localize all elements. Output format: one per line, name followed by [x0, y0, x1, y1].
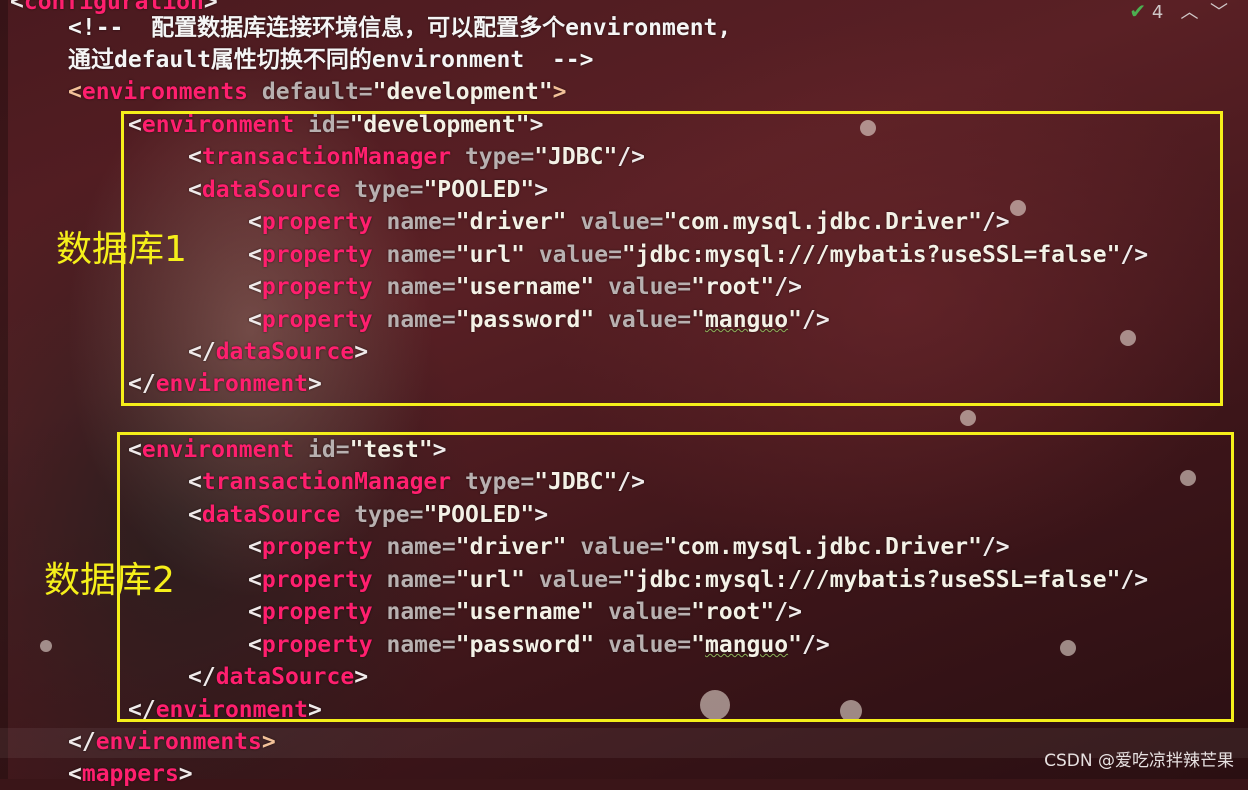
annotation-database-2: 数据库2 [44, 560, 175, 601]
code-line-comment-1: <!-- 配置数据库连接环境信息，可以配置多个environment, [68, 15, 732, 41]
code-line-comment-2: 通过default属性切换不同的environment --> [68, 47, 594, 73]
highlight-box-database-1 [121, 111, 1223, 406]
code-line-environments-open: <environments default="development"> [68, 79, 567, 105]
annotation-database-1: 数据库1 [56, 229, 187, 270]
code-line-environments-close: </environments> [68, 729, 276, 755]
watermark: CSDN @爱吃凉拌辣芒果 [1044, 751, 1234, 771]
code-line-mappers: <mappers> [68, 761, 193, 787]
highlight-box-database-2 [117, 432, 1234, 722]
